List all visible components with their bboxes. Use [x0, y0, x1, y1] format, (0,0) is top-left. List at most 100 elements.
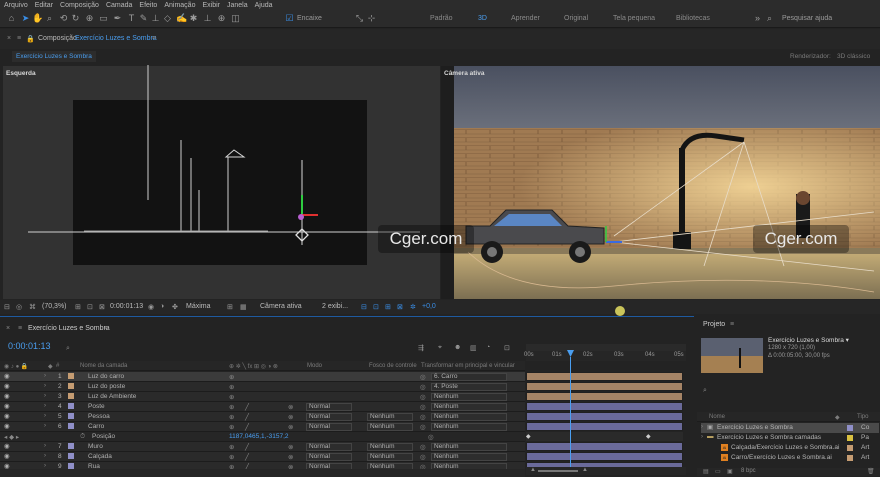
shy-switch-icon[interactable]: ⊕ — [229, 373, 234, 381]
layer-label-color[interactable] — [68, 393, 74, 399]
property-pick-whip-icon[interactable]: ◎ — [428, 433, 434, 441]
home-icon[interactable]: ⌂ — [6, 13, 17, 24]
menu-ajuda[interactable]: Ajuda — [255, 2, 273, 9]
col-mode[interactable]: Modo — [307, 363, 322, 369]
zoom-track[interactable] — [538, 470, 578, 472]
layer-row[interactable]: ◉ › 6 Carro ⊕ ╱ ⊗ Normal Nenhum ◎ Nenhum — [0, 422, 525, 432]
pick-whip-icon[interactable]: ◎ — [420, 403, 426, 411]
project-item-label-color[interactable] — [847, 455, 853, 461]
composition-tab-name[interactable]: Exercício Luzes e Sombra — [75, 35, 157, 42]
track-matte-select[interactable]: Nenhum — [367, 423, 413, 431]
snapshot-icon[interactable]: ◉ — [148, 303, 154, 311]
snap-checkbox-icon[interactable]: ☑ — [284, 13, 295, 24]
pick-whip-icon[interactable]: ◎ — [420, 413, 426, 421]
disclosure-arrow-icon[interactable]: › — [701, 434, 703, 440]
interpret-footage-icon[interactable]: ▤ — [703, 468, 709, 475]
region-of-interest-icon[interactable]: ⊞ — [227, 303, 233, 311]
3d-layer-icon[interactable]: ⊗ — [288, 453, 293, 461]
menu-editar[interactable]: Editar — [35, 2, 53, 9]
keyframe-end-icon[interactable]: ◆ — [646, 433, 651, 440]
snap-mode-icon[interactable]: ⊹ — [366, 13, 377, 24]
menu-animacao[interactable]: Animação — [164, 2, 195, 9]
3d-layer-icon[interactable]: ⊗ — [288, 443, 293, 451]
search-help-input[interactable]: Pesquisar ajuda — [782, 15, 832, 22]
pick-whip-icon[interactable]: ◎ — [420, 393, 426, 401]
project-tab[interactable]: Projeto — [703, 321, 725, 328]
lock-icon[interactable]: 🔒 — [26, 35, 35, 43]
project-col-name[interactable]: Nome — [709, 414, 725, 420]
composition-mini-flowchart-icon[interactable]: ⇶ — [418, 344, 424, 352]
visibility-eye-icon[interactable]: ◉ — [4, 393, 12, 400]
motion-blur-icon[interactable]: ◔ — [486, 344, 490, 351]
layer-label-color[interactable] — [68, 423, 74, 429]
layer-duration-bar[interactable] — [526, 372, 683, 381]
rotate-tool-icon[interactable]: ↻ — [70, 13, 81, 24]
menu-exibir[interactable]: Exibir — [202, 2, 220, 9]
pick-whip-icon[interactable]: ◎ — [420, 443, 426, 451]
track-matte-select[interactable]: Nenhum — [367, 413, 413, 421]
snap-options-icon[interactable]: ⤡ — [354, 13, 365, 24]
track-matte-select[interactable]: Nenhum — [367, 453, 413, 461]
layer-row[interactable]: ◉ › 2 Luz do poste ⊕ ◎ 4. Poste — [0, 382, 525, 392]
pick-whip-icon[interactable]: ◎ — [420, 373, 426, 381]
layer-name[interactable]: Carro — [88, 423, 104, 430]
draft-3d-icon[interactable]: ⌖ — [438, 344, 442, 352]
zoom-tool-icon[interactable]: ⌕ — [44, 13, 55, 24]
parent-select[interactable]: Nenhum — [431, 453, 507, 461]
shy-layers-icon[interactable]: ☻ — [454, 344, 461, 351]
layer-row[interactable]: ◉ › 7 Muro ⊕ ╱ ⊗ Normal Nenhum ◎ Nenhum — [0, 442, 525, 452]
zoom-level[interactable]: (70,3%) — [42, 303, 67, 310]
timeline-timecode[interactable]: 0:00:01:13 — [8, 341, 51, 351]
disclosure-arrow-icon[interactable]: › — [701, 424, 703, 430]
visibility-eye-icon[interactable]: ◉ — [4, 443, 12, 450]
parent-select[interactable]: Nenhum — [431, 403, 507, 411]
keyframe-nav-icon[interactable]: ◂ ◆ ▸ — [4, 433, 19, 441]
twirl-arrow-icon[interactable]: › — [44, 413, 46, 419]
frame-blending-icon[interactable]: ▥ — [470, 344, 477, 352]
stopwatch-icon[interactable]: ⏱ — [80, 433, 85, 441]
timeline-tab-menu-icon[interactable]: ≡ — [104, 325, 108, 332]
timeline-search-icon[interactable]: ⌕ — [66, 345, 70, 353]
layer-name[interactable]: Muro — [88, 443, 103, 450]
rulers-icon[interactable]: ⊠ — [99, 303, 105, 311]
col-track-matte[interactable]: Fosco de controle — [369, 363, 417, 369]
local-axis-icon[interactable]: ⊥ — [202, 13, 213, 24]
shy-switch-icon[interactable]: ⊕ — [229, 453, 234, 461]
project-item-label-color[interactable] — [847, 425, 853, 431]
property-value[interactable]: 1187,0465,1,-3157,2 — [229, 433, 289, 440]
twirl-arrow-icon[interactable]: › — [44, 423, 46, 429]
timeline-tab[interactable]: Exercício Luzes e Sombra — [28, 325, 110, 332]
layer-name[interactable]: Luz do carro — [88, 373, 124, 380]
shy-switch-icon[interactable]: ⊕ — [229, 423, 234, 431]
project-item[interactable]: Ai Carro/Exercício Luzes e Sombra.ai Art — [701, 453, 879, 463]
channel-icon[interactable]: ✤ — [172, 303, 178, 311]
fast-preview-icon[interactable]: ⊟ — [361, 303, 367, 311]
workspace-3d[interactable]: 3D — [478, 15, 487, 22]
pick-whip-icon[interactable]: ◎ — [420, 423, 426, 431]
clone-stamp-icon[interactable]: ⊥ — [150, 13, 161, 24]
delete-icon[interactable]: 🗑 — [867, 468, 875, 475]
layer-name[interactable]: Luz do poste — [88, 383, 125, 390]
layer-label-color[interactable] — [68, 373, 74, 379]
grid-toggle-icon[interactable]: ⌘ — [29, 303, 36, 311]
track-matte-select[interactable]: Nenhum — [367, 443, 413, 451]
layer-label-color[interactable] — [68, 413, 74, 419]
project-item[interactable]: › ▬ Exercício Luzes e Sombra camadas Pa — [701, 433, 879, 443]
exposure-icon[interactable]: ✲ — [410, 303, 416, 311]
workspace-menu-icon[interactable]: » — [752, 13, 763, 24]
project-item-label-color[interactable] — [847, 445, 853, 451]
layer-row[interactable]: ◉ › 8 Calçada ⊕ ╱ ⊗ Normal Nenhum ◎ Nenhum — [0, 452, 525, 462]
layer-duration-bar[interactable] — [526, 422, 683, 431]
layer-label-color[interactable] — [68, 403, 74, 409]
shy-switch-icon[interactable]: ⊕ — [229, 403, 234, 411]
layer-label-color[interactable] — [68, 453, 74, 459]
twirl-arrow-icon[interactable]: › — [44, 453, 46, 459]
parent-select[interactable]: 6. Carro — [431, 373, 507, 381]
quality-switch-icon[interactable]: ╱ — [245, 413, 249, 421]
always-preview-icon[interactable]: ⊟ — [4, 303, 10, 311]
zoom-slider[interactable]: ▲ ▲ — [526, 467, 686, 475]
blend-mode-select[interactable]: Normal — [306, 423, 352, 431]
pen-tool-icon[interactable]: ✒ — [112, 13, 123, 24]
visibility-eye-icon[interactable]: ◉ — [4, 453, 12, 460]
twirl-arrow-icon[interactable]: › — [44, 393, 46, 399]
